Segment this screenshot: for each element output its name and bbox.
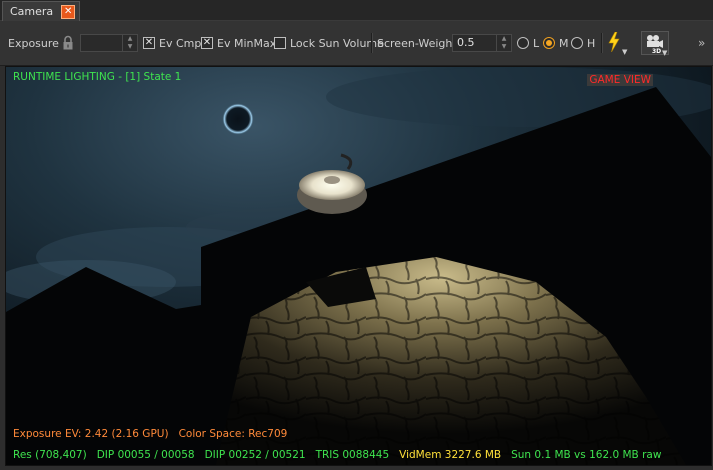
- overflow-chevron-icon[interactable]: »: [698, 34, 705, 52]
- lock-icon[interactable]: [62, 35, 74, 51]
- lock-sun-volume-checkbox[interactable]: Lock Sun Volume: [274, 34, 384, 52]
- radio-icon[interactable]: [571, 37, 583, 49]
- stepper-down-icon[interactable]: ▼: [502, 44, 507, 50]
- quality-label-h: H: [587, 36, 596, 50]
- stepper-down-icon[interactable]: ▼: [128, 44, 133, 50]
- stat-sun: Sun 0.1 MB vs 162.0 MB raw: [511, 449, 662, 461]
- radio-selected-icon[interactable]: [543, 37, 555, 49]
- stat-vidmem: VidMem 3227.6 MB: [399, 449, 502, 461]
- svg-text:3D: 3D: [652, 48, 661, 54]
- checkbox-checked-icon[interactable]: ✕: [201, 37, 213, 49]
- quality-radio-m[interactable]: M: [543, 34, 569, 52]
- ev-minmax-label: Ev MinMax: [217, 36, 277, 50]
- camera-dropdown-icon[interactable]: ▼: [662, 49, 667, 57]
- exposure-stepper[interactable]: ▲ ▼: [122, 35, 137, 51]
- ev-minmax-checkbox[interactable]: ✕ Ev MinMax: [201, 34, 276, 52]
- stat-dip: DIP 00055 / 00058: [96, 449, 195, 461]
- toolbar: Exposure ▲ ▼ ✕ Ev Cmp ✕ Ev MinMax Lock S…: [0, 21, 713, 66]
- stat-tris: TRIS 0088445: [315, 449, 390, 461]
- color-space-text: Color Space: Rec709: [178, 428, 288, 440]
- close-icon[interactable]: ✕: [61, 4, 76, 19]
- quality-label-m: M: [559, 36, 569, 50]
- lightning-icon[interactable]: [607, 32, 621, 52]
- game-view-label[interactable]: GAME VIEW: [587, 74, 653, 86]
- stat-diip: DIIP 00252 / 00521: [204, 449, 306, 461]
- exposure-input[interactable]: ▲ ▼: [80, 34, 138, 52]
- screen-weight-input[interactable]: 0.5 ▲ ▼: [452, 34, 512, 52]
- toolbar-divider: [371, 33, 373, 53]
- scene-render: [6, 67, 711, 465]
- screen-weight-label: Screen-Weight: [377, 36, 457, 50]
- viewport-title-overlay: RUNTIME LIGHTING - [1] State 1: [13, 71, 182, 83]
- checkbox-checked-icon[interactable]: ✕: [143, 37, 155, 49]
- viewport-3d[interactable]: RUNTIME LIGHTING - [1] State 1 GAME VIEW…: [5, 66, 712, 466]
- radio-icon[interactable]: [517, 37, 529, 49]
- lock-sun-volume-label: Lock Sun Volume: [290, 36, 384, 50]
- lightning-dropdown-icon[interactable]: ▼: [622, 48, 627, 56]
- screen-weight-value: 0.5: [457, 36, 475, 49]
- stat-res: Res (708,407): [13, 449, 87, 461]
- toolbar-divider: [601, 33, 603, 53]
- checkbox-unchecked-icon[interactable]: [274, 37, 286, 49]
- exposure-ev-text: Exposure EV: 2.42 (2.16 GPU): [13, 428, 169, 440]
- ev-cmp-checkbox[interactable]: ✕ Ev Cmp: [143, 34, 201, 52]
- tab-camera[interactable]: Camera ✕: [2, 1, 81, 21]
- tab-bar: Camera ✕: [0, 0, 713, 21]
- screen-weight-stepper[interactable]: ▲ ▼: [496, 35, 511, 51]
- quality-radio-l[interactable]: L: [517, 34, 539, 52]
- stepper-up-icon[interactable]: ▲: [502, 36, 507, 42]
- exposure-label: Exposure: [8, 36, 59, 50]
- quality-label-l: L: [533, 36, 540, 50]
- quality-radio-h[interactable]: H: [571, 34, 595, 52]
- tab-title: Camera: [10, 5, 54, 18]
- render-stats: Res (708,407) DIP 00055 / 00058 DIIP 002…: [13, 449, 661, 461]
- ev-cmp-label: Ev Cmp: [159, 36, 202, 50]
- exposure-info: Exposure EV: 2.42 (2.16 GPU) Color Space…: [13, 428, 287, 440]
- stepper-up-icon[interactable]: ▲: [128, 36, 133, 42]
